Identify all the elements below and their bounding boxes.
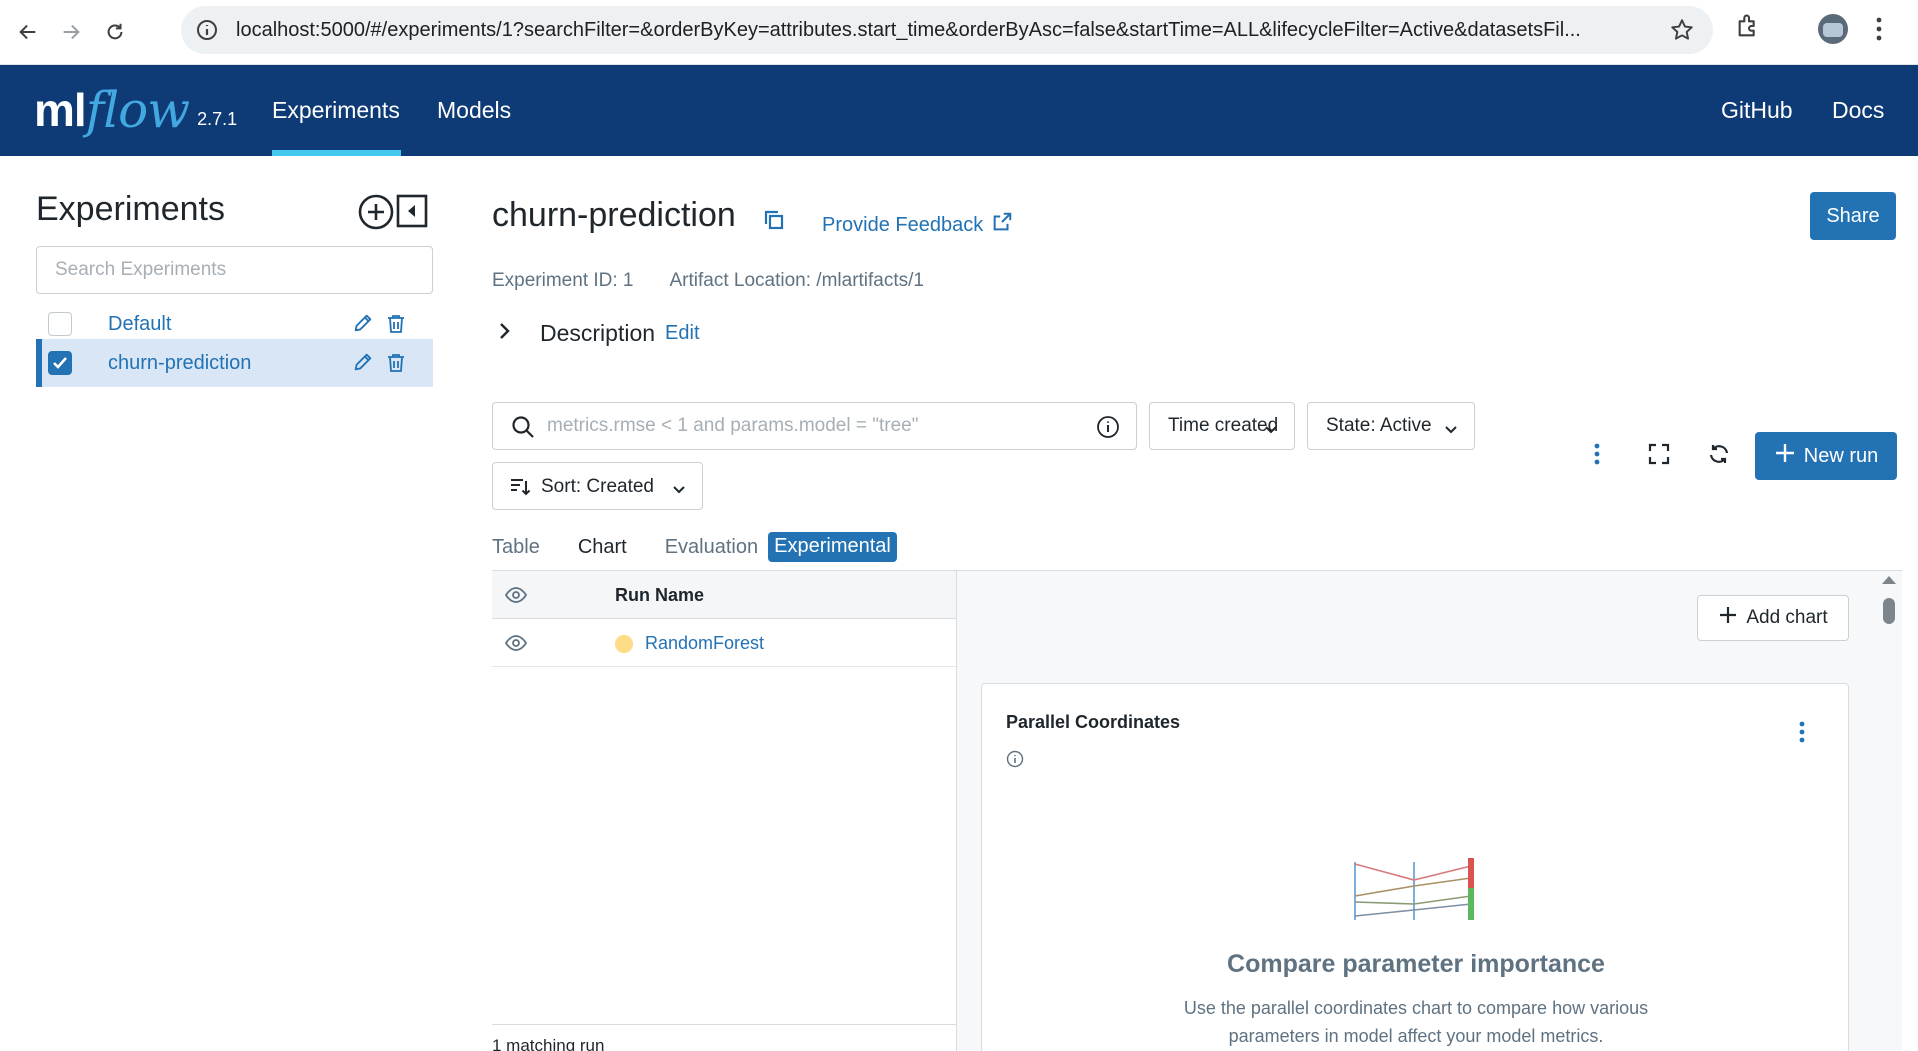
reload-icon[interactable] bbox=[97, 14, 133, 50]
edit-icon[interactable] bbox=[352, 351, 374, 378]
experiment-metadata: Experiment ID: 1 Artifact Location: /mla… bbox=[492, 270, 924, 292]
experiment-item-churn-prediction[interactable]: churn-prediction bbox=[36, 339, 433, 387]
bookmark-star-icon[interactable] bbox=[1669, 17, 1695, 48]
github-link[interactable]: GitHub bbox=[1721, 65, 1793, 156]
chart-card-title: Parallel Coordinates bbox=[1006, 712, 1181, 732]
page-title: churn-prediction bbox=[492, 196, 736, 234]
run-name-column-header[interactable]: Run Name bbox=[615, 585, 704, 606]
runs-table: Run Name RandomForest bbox=[492, 570, 957, 1051]
page: localhost:5000/#/experiments/1?searchFil… bbox=[0, 0, 1918, 1051]
view-tabs: Table Chart Evaluation Experimental bbox=[492, 528, 897, 576]
provide-feedback-link[interactable]: Provide Feedback bbox=[822, 211, 1013, 239]
more-options-icon[interactable] bbox=[1593, 442, 1601, 471]
experiment-id: Experiment ID: 1 bbox=[492, 270, 634, 291]
back-icon[interactable] bbox=[10, 14, 46, 50]
external-link-icon bbox=[991, 211, 1013, 239]
state-filter-dropdown[interactable]: State: Active bbox=[1307, 402, 1475, 450]
url-text[interactable]: localhost:5000/#/experiments/1?searchFil… bbox=[236, 19, 1646, 42]
experiment-search-input[interactable] bbox=[36, 246, 433, 294]
table-row[interactable]: RandomForest bbox=[492, 619, 956, 667]
scroll-up-arrow[interactable] bbox=[1882, 576, 1896, 584]
empty-state-title: Compare parameter importance bbox=[1227, 950, 1605, 978]
info-icon[interactable] bbox=[1096, 415, 1120, 444]
sort-icon bbox=[509, 476, 531, 504]
artifact-location: Artifact Location: /mlartifacts/1 bbox=[669, 270, 925, 291]
active-nav-indicator bbox=[272, 150, 401, 156]
experiment-checkbox[interactable] bbox=[48, 312, 72, 336]
chevron-down-icon bbox=[672, 479, 686, 501]
run-color-dot[interactable] bbox=[615, 635, 633, 653]
mlflow-logo[interactable]: ml flow 2.7.1 bbox=[34, 75, 237, 145]
copy-icon[interactable] bbox=[762, 208, 786, 237]
trash-icon[interactable] bbox=[387, 353, 405, 378]
refresh-icon[interactable] bbox=[1707, 442, 1731, 471]
docs-link[interactable]: Docs bbox=[1832, 65, 1884, 156]
browser-toolbar: localhost:5000/#/experiments/1?searchFil… bbox=[0, 0, 1918, 65]
eye-icon[interactable] bbox=[504, 631, 528, 660]
site-info-icon[interactable] bbox=[195, 18, 219, 47]
plus-icon bbox=[1718, 605, 1738, 631]
run-search-input[interactable] bbox=[547, 411, 1077, 441]
matching-runs-count: 1 matching run bbox=[492, 1036, 605, 1051]
chevron-down-icon bbox=[1444, 419, 1458, 441]
plus-icon bbox=[1774, 442, 1796, 470]
edit-icon[interactable] bbox=[352, 312, 374, 339]
tab-evaluation[interactable]: Evaluation bbox=[665, 528, 758, 576]
scroll-thumb[interactable] bbox=[1883, 598, 1895, 624]
address-bar[interactable]: localhost:5000/#/experiments/1?searchFil… bbox=[181, 6, 1713, 54]
add-experiment-icon[interactable] bbox=[358, 194, 394, 235]
app-header: ml flow 2.7.1 Experiments Models GitHub D… bbox=[0, 65, 1918, 156]
chevron-down-icon bbox=[1264, 419, 1278, 441]
eye-icon[interactable] bbox=[504, 583, 528, 612]
charts-area: Add chart Parallel Coordinates Compare p… bbox=[957, 570, 1902, 1051]
fullscreen-icon[interactable] bbox=[1647, 442, 1671, 471]
empty-state-description: Use the parallel coordinates chart to co… bbox=[1183, 998, 1649, 1046]
share-button[interactable]: Share bbox=[1810, 192, 1896, 240]
run-search-box[interactable] bbox=[492, 402, 1137, 450]
search-icon bbox=[511, 415, 535, 444]
new-run-button[interactable]: New run bbox=[1755, 432, 1897, 480]
add-chart-button[interactable]: Add chart bbox=[1697, 595, 1849, 641]
experiment-name[interactable]: churn-prediction bbox=[108, 352, 251, 375]
chart-menu-icon[interactable] bbox=[1798, 720, 1806, 749]
experimental-badge: Experimental bbox=[768, 532, 897, 562]
experiment-name[interactable]: Default bbox=[108, 313, 171, 336]
runs-table-header: Run Name bbox=[492, 571, 956, 619]
experiment-checkbox-checked[interactable] bbox=[48, 351, 72, 375]
info-icon[interactable] bbox=[1006, 750, 1024, 773]
description-edit-link[interactable]: Edit bbox=[665, 322, 699, 345]
extensions-icon[interactable] bbox=[1735, 12, 1763, 45]
nav-experiments[interactable]: Experiments bbox=[272, 65, 400, 156]
profile-avatar[interactable] bbox=[1818, 14, 1848, 44]
browser-menu-icon[interactable] bbox=[1875, 15, 1883, 48]
description-label[interactable]: Description bbox=[540, 320, 655, 347]
run-name-link[interactable]: RandomForest bbox=[645, 633, 764, 654]
trash-icon[interactable] bbox=[387, 314, 405, 339]
time-created-dropdown[interactable]: Time created bbox=[1149, 402, 1295, 450]
sort-dropdown[interactable]: Sort: Created bbox=[492, 462, 703, 510]
parallel-coordinates-card: Parallel Coordinates Compare parameter i… bbox=[981, 683, 1849, 1051]
description-row: Description Edit bbox=[498, 320, 700, 347]
forward-icon[interactable] bbox=[53, 14, 89, 50]
version-label: 2.7.1 bbox=[197, 108, 238, 129]
tab-chart[interactable]: Chart bbox=[577, 528, 627, 576]
experiment-main: churn-prediction Provide Feedback Share … bbox=[492, 156, 1902, 1051]
nav-models[interactable]: Models bbox=[437, 65, 511, 156]
parallel-coordinates-illustration bbox=[1352, 856, 1478, 927]
sidebar-title: Experiments bbox=[36, 190, 225, 228]
charts-scrollbar[interactable] bbox=[1876, 570, 1902, 1051]
collapse-sidebar-icon[interactable] bbox=[396, 194, 428, 233]
tab-table[interactable]: Table bbox=[492, 528, 540, 576]
chevron-right-icon[interactable] bbox=[498, 322, 512, 345]
